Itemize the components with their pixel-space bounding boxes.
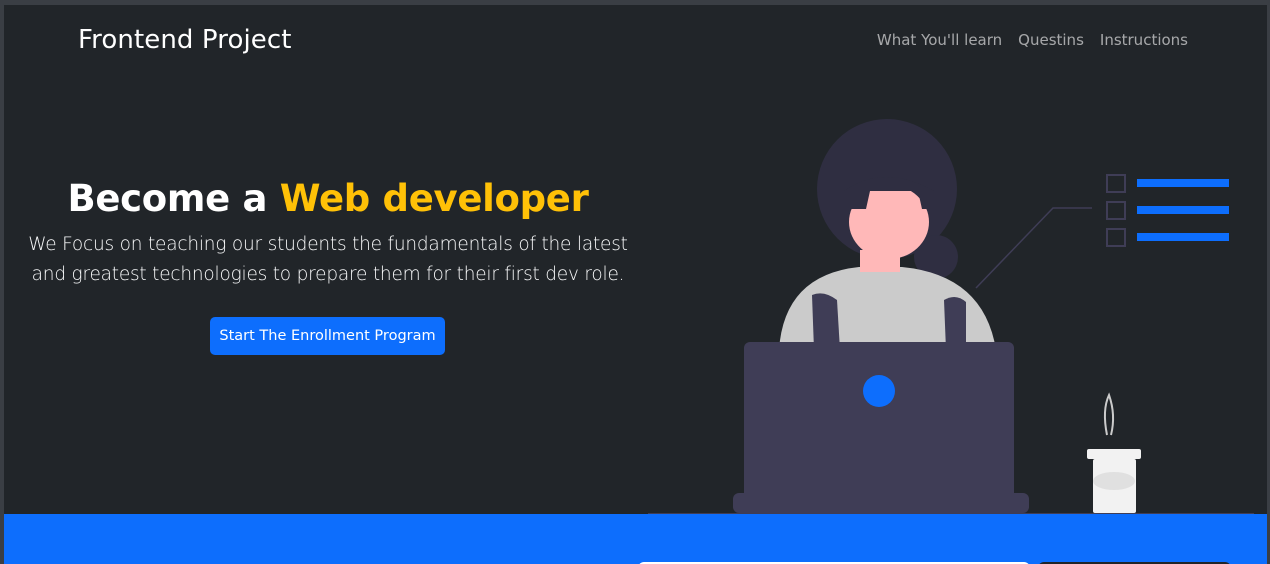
nav-link-questions[interactable]: Questins — [1018, 31, 1084, 49]
checkbox-icon — [1106, 201, 1126, 220]
checklist-bar — [1137, 233, 1229, 241]
hero-lead: We Focus on teaching our students the fu… — [28, 234, 628, 285]
checkbox-icon — [1106, 174, 1126, 193]
hero-title: Become a Web developer — [18, 177, 638, 220]
brand-link[interactable]: Frontend Project — [78, 25, 292, 55]
nav-link-what-youll-learn[interactable]: What You'll learn — [877, 31, 1002, 49]
strap-left-icon — [812, 293, 840, 350]
page: Frontend Project What You'll learn Quest… — [4, 5, 1267, 564]
connector-line — [975, 207, 1092, 289]
navbar: Frontend Project What You'll learn Quest… — [4, 5, 1267, 75]
enrollment-band — [4, 514, 1267, 564]
steam-icon — [1103, 392, 1115, 436]
hero-title-prefix: Become a — [67, 177, 280, 220]
cup-sleeve-icon — [1093, 472, 1135, 490]
laptop-logo-icon — [863, 375, 895, 407]
woman-at-laptop-illustration — [648, 119, 1254, 515]
hero-title-accent: Web developer — [279, 177, 589, 220]
hero-section: Become a Web developer We Focus on teach… — [18, 177, 638, 290]
enrollment-button[interactable]: Start The Enrollment Program — [210, 317, 445, 355]
laptop-icon — [744, 342, 1014, 502]
nav-link-instructions[interactable]: Instructions — [1100, 31, 1188, 49]
nav-links: What You'll learn Questins Instructions — [877, 31, 1188, 49]
cup-lid-icon — [1087, 449, 1141, 459]
checkbox-icon — [1106, 228, 1126, 247]
laptop-base-icon — [733, 493, 1029, 513]
checklist-bar — [1137, 179, 1229, 187]
checklist-bar — [1137, 206, 1229, 214]
